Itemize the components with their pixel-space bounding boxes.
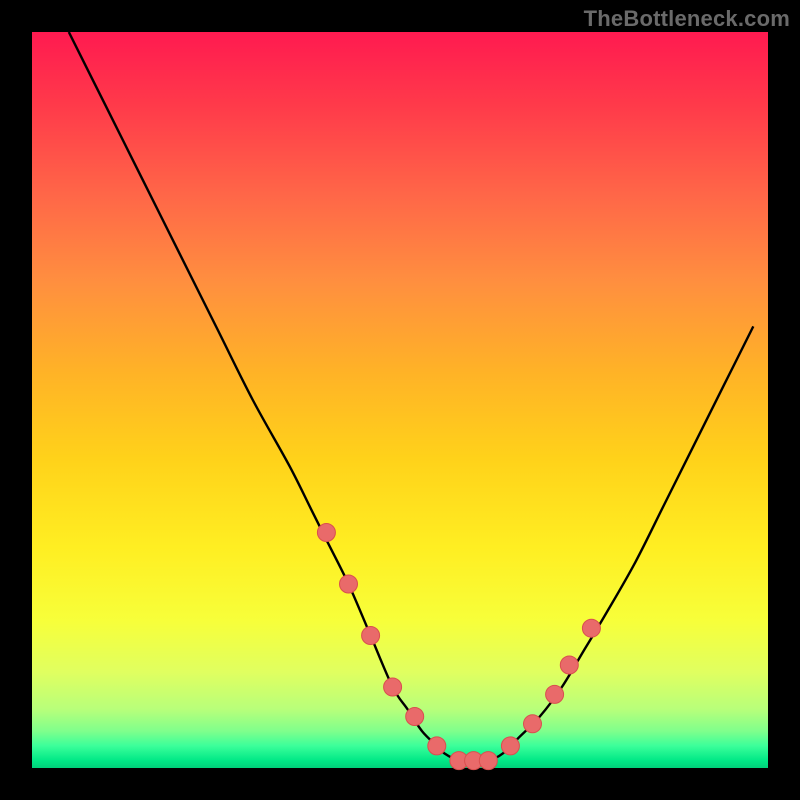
- watermark-text: TheBottleneck.com: [584, 6, 790, 32]
- chart-frame: TheBottleneck.com: [0, 0, 800, 800]
- plot-area: [32, 32, 768, 768]
